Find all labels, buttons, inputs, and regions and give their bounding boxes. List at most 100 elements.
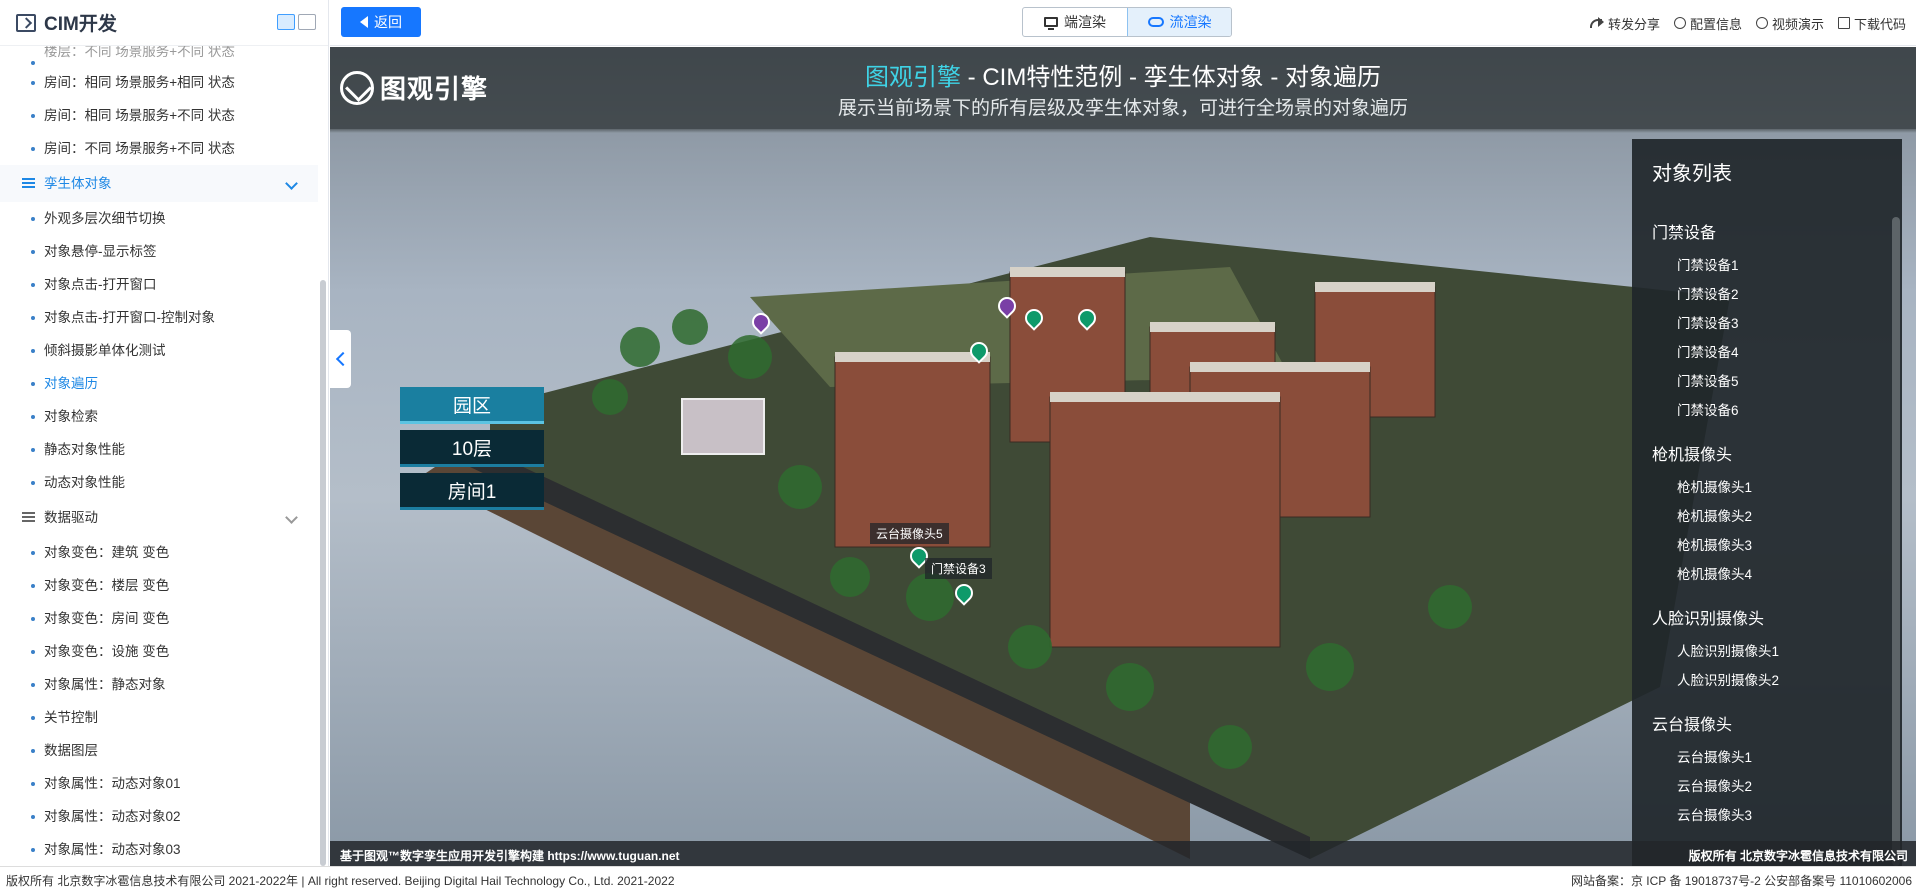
sidebar-item-label: 对象变色：房间 变色 (44, 611, 170, 626)
stream-render-button[interactable]: 流渲染 (1127, 8, 1231, 36)
bullet-icon (31, 683, 35, 687)
object-item[interactable]: 门禁设备3 (1652, 309, 1882, 338)
sidebar-item[interactable]: 对象点击-打开窗口 (0, 268, 318, 301)
page-title-highlight: 图观引擎 (865, 64, 961, 91)
scene-viewport[interactable]: 图观引擎 图观引擎 - CIM特性范例 - 孪生体对象 - 对象遍历 展示当前场… (330, 47, 1916, 866)
object-category[interactable]: 云台摄像头 (1652, 711, 1882, 734)
object-item[interactable]: 人脸识别摄像头2 (1652, 666, 1882, 695)
sidebar-item[interactable]: 对象检索 (0, 400, 318, 433)
view-switch[interactable] (277, 14, 316, 30)
back-button[interactable]: 返回 (341, 7, 421, 37)
object-item[interactable]: 枪机摄像头2 (1652, 502, 1882, 531)
client-render-label: 端渲染 (1064, 14, 1106, 30)
sidebar-item[interactable]: 静态对象性能 (0, 433, 318, 466)
sidebar-item[interactable]: 对象属性：动态对象02 (0, 800, 318, 833)
level-button-room[interactable]: 房间1 (400, 473, 544, 510)
object-item[interactable]: 门禁设备1 (1652, 251, 1882, 280)
object-item[interactable]: 枪机摄像头1 (1652, 473, 1882, 502)
sidebar-group-label: 孪生体对象 (44, 176, 112, 191)
object-item[interactable]: 门禁设备5 (1652, 367, 1882, 396)
share-button[interactable]: 转发分享 (1589, 14, 1660, 33)
sidebar-item-label: 对象变色：建筑 变色 (44, 545, 170, 560)
sidebar-item[interactable]: 关节控制 (0, 701, 318, 734)
bullet-icon (31, 815, 35, 819)
video-label: 视频演示 (1771, 16, 1824, 32)
object-item[interactable]: 云台摄像头1 (1652, 743, 1882, 772)
chevron-down-icon (285, 177, 298, 190)
sidebar-item[interactable]: 对象变色：建筑 变色 (0, 536, 318, 569)
bullet-icon (31, 349, 35, 353)
sidebar-item[interactable]: 对象变色：房间 变色 (0, 602, 318, 635)
object-item[interactable]: 枪机摄像头4 (1652, 560, 1882, 589)
sidebar-item[interactable]: 外观多层次细节切换 (0, 202, 318, 235)
sidebar-item[interactable]: 对象属性：动态对象03 (0, 833, 318, 866)
object-list-scrollbar[interactable] (1892, 217, 1900, 866)
sidebar-item-label: 静态对象性能 (44, 442, 125, 457)
object-item[interactable]: 枪机摄像头3 (1652, 531, 1882, 560)
chevron-left-icon (335, 351, 350, 367)
sidebar-item[interactable]: 倾斜摄影单体化测试 (0, 334, 318, 367)
sidebar-item[interactable]: 房间：相同 场景服务+不同 状态 (0, 99, 318, 132)
sidebar-item-label: 数据图层 (44, 743, 98, 758)
sidebar-item[interactable]: 对象变色：设施 变色 (0, 635, 318, 668)
object-item[interactable]: 人脸识别摄像头1 (1652, 637, 1882, 666)
bullet-icon (31, 316, 35, 320)
object-item[interactable]: 云台摄像头2 (1652, 772, 1882, 801)
level-button-campus[interactable]: 园区 (400, 387, 544, 424)
sidebar-item[interactable]: 房间：相同 场景服务+相同 状态 (0, 66, 318, 99)
sidebar-item[interactable]: 对象属性：动态对象01 (0, 767, 318, 800)
sidebar-item[interactable]: 对象遍历 (0, 367, 318, 400)
sidebar-item-label: 对象变色：设施 变色 (44, 644, 170, 659)
object-category[interactable]: 人脸识别摄像头 (1652, 605, 1882, 628)
level-button-floor[interactable]: 10层 (400, 430, 544, 467)
bullet-icon (31, 382, 35, 386)
object-category[interactable]: 门禁设备 (1652, 219, 1882, 242)
sidebar-group-label: 数据驱动 (44, 510, 98, 525)
top-actions: 转发分享 配置信息 视频演示 下载代码 (1589, 0, 1906, 46)
sidebar-scrollbar[interactable] (320, 280, 326, 866)
sidebar-group-twin[interactable]: 孪生体对象 (0, 165, 318, 202)
video-button[interactable]: 视频演示 (1755, 14, 1824, 33)
scene-label-door: 门禁设备3 (925, 558, 992, 579)
grid-view-icon[interactable] (277, 14, 295, 30)
sidebar-title: CIM开发 (44, 14, 117, 35)
sidebar-item[interactable]: 对象点击-打开窗口-控制对象 (0, 301, 318, 334)
sidebar-item[interactable]: 对象变色：楼层 变色 (0, 569, 318, 602)
sidebar-item[interactable]: 对象悬停-显示标签 (0, 235, 318, 268)
page-subtitle: 展示当前场景下的所有层级及孪生体对象，可进行全场景的对象遍历 (837, 98, 1408, 119)
object-item[interactable]: 门禁设备4 (1652, 338, 1882, 367)
config-button[interactable]: 配置信息 (1673, 14, 1742, 33)
bullet-icon (31, 415, 35, 419)
sidebar: CIM开发 楼层：不同 场景服务+不同 状态 房间：相同 场景服务+相同 状态房… (0, 0, 329, 866)
viewport-footer-copyright: 版权所有 北京数字冰雹信息技术有限公司 (1688, 849, 1908, 863)
bullet-icon (31, 551, 35, 555)
page-footer-icp[interactable]: 网站备案：京 ICP 备 19018737号-2 公安部备案号 11010602… (1571, 872, 1912, 889)
header-banner: 图观引擎 图观引擎 - CIM特性范例 - 孪生体对象 - 对象遍历 展示当前场… (330, 47, 1916, 129)
config-label: 配置信息 (1689, 16, 1742, 32)
sidebar-item[interactable]: 动态对象性能 (0, 466, 318, 499)
sidebar-item-label: 楼层：不同 场景服务+不同 状态 (44, 46, 235, 59)
sidebar-item-label: 对象检索 (44, 409, 98, 424)
object-list-panel: 对象列表 门禁设备 门禁设备1 门禁设备2 门禁设备3 门禁设备4 门禁设备5 门禁设备6 枪… (1632, 139, 1902, 866)
page-title-text: - CIM特性范例 - 孪生体对象 - 对象遍历 (961, 64, 1381, 91)
sidebar-item-label: 房间：相同 场景服务+相同 状态 (44, 75, 235, 90)
sidebar-item[interactable]: 房间：不同 场景服务+不同 状态 (0, 132, 318, 165)
sidebar-item[interactable]: 楼层：不同 场景服务+不同 状态 (0, 46, 318, 66)
viewport-footer: 基于图观™数字孪生应用开发引擎构建 https://www.tuguan.net… (330, 841, 1916, 866)
object-item[interactable]: 门禁设备6 (1652, 396, 1882, 425)
collapse-sidebar-button[interactable] (330, 330, 351, 388)
topbar: 返回 端渲染 流渲染 转发分享 配置信息 视频演示 下载代码 (330, 0, 1916, 46)
client-render-button[interactable]: 端渲染 (1023, 8, 1127, 36)
sidebar-group-data[interactable]: 数据驱动 (0, 499, 318, 536)
object-category[interactable]: 枪机摄像头 (1652, 441, 1882, 464)
download-button[interactable]: 下载代码 (1837, 14, 1906, 33)
bullet-icon (31, 650, 35, 654)
viewport-footer-credit[interactable]: 基于图观™数字孪生应用开发引擎构建 https://www.tuguan.net (340, 847, 680, 864)
sidebar-item-label: 对象属性：动态对象01 (44, 776, 181, 791)
object-item[interactable]: 云台摄像头3 (1652, 801, 1882, 830)
object-item[interactable]: 门禁设备2 (1652, 280, 1882, 309)
sidebar-item-label: 对象点击-打开窗口-控制对象 (44, 310, 215, 325)
image-view-icon[interactable] (298, 14, 316, 30)
sidebar-item[interactable]: 数据图层 (0, 734, 318, 767)
sidebar-item[interactable]: 对象属性：静态对象 (0, 668, 318, 701)
